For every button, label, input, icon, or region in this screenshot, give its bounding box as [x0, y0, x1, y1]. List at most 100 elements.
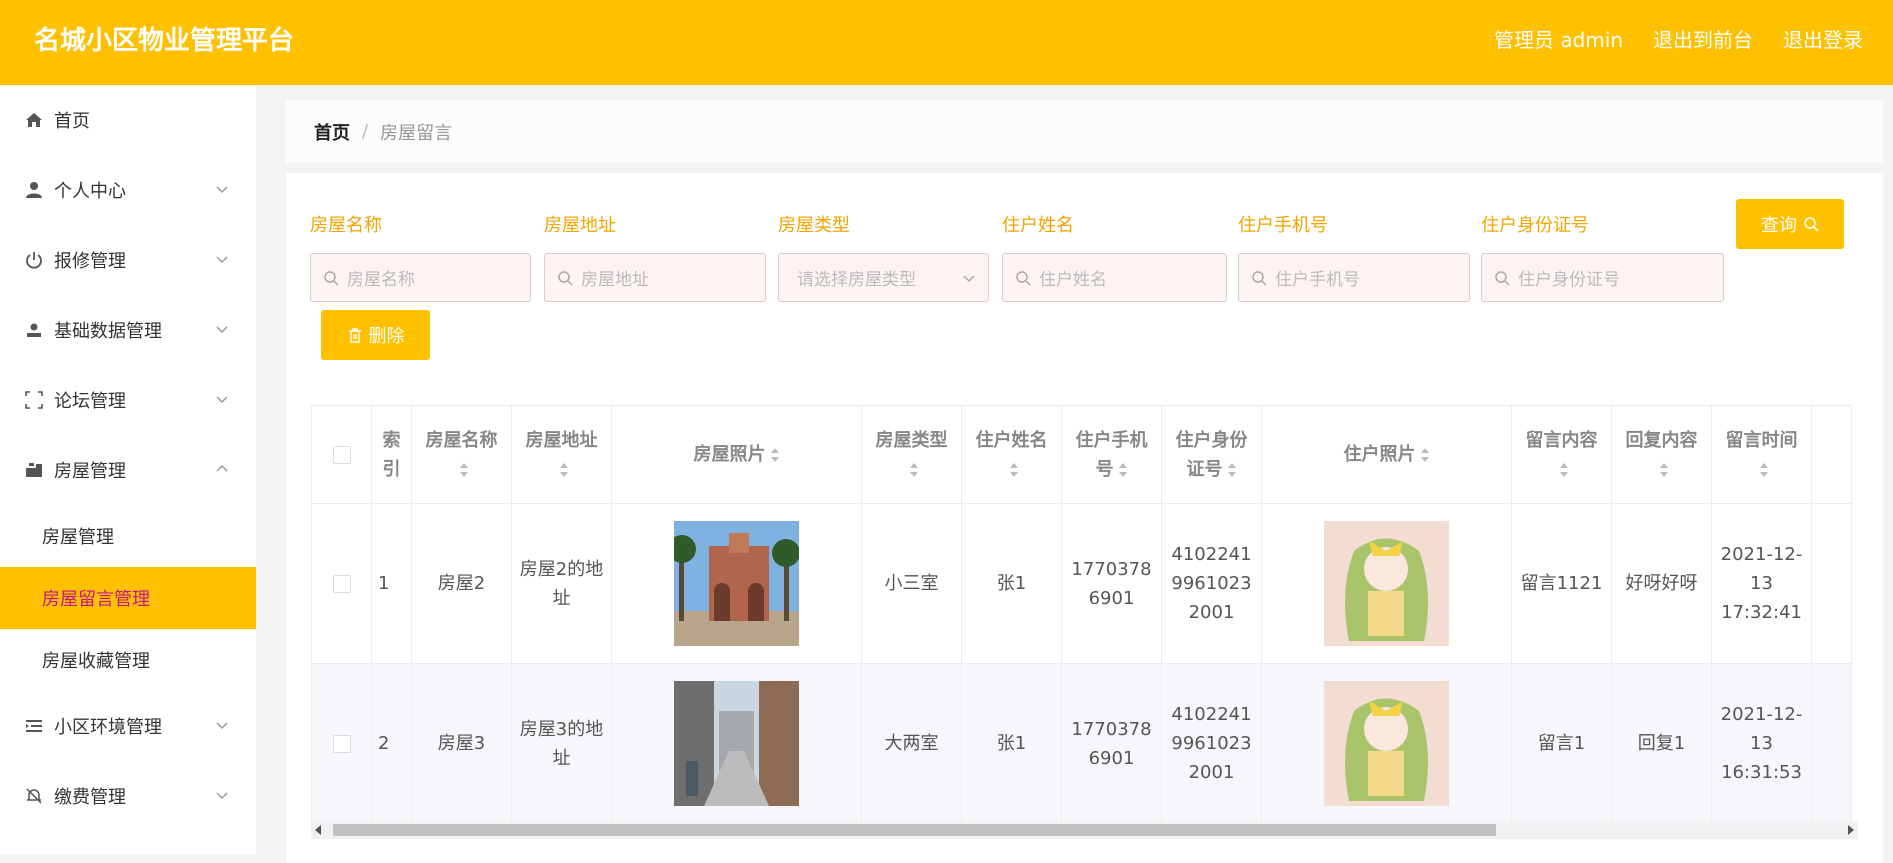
cell-resident-name: 张1	[961, 503, 1062, 664]
chevron-up-icon	[216, 464, 228, 472]
sort-icon[interactable]	[1227, 462, 1237, 478]
sort-icon[interactable]	[1009, 462, 1019, 478]
select-all-checkbox[interactable]	[332, 446, 351, 464]
scrollbar-thumb[interactable]	[333, 824, 1496, 836]
resident-id-input[interactable]: 住户身份证号	[1481, 253, 1724, 302]
column-header[interactable]: 住户姓名	[961, 405, 1062, 504]
house-address-input[interactable]: 房屋地址	[544, 253, 766, 302]
select-all-cell[interactable]	[311, 405, 372, 504]
column-header[interactable]: 房屋类型	[861, 405, 962, 504]
data-table-wrapper: 索引 房屋名称 房屋地址 房屋照片 房屋类型 住户姓名 住户手机号 住户身份证号…	[311, 405, 1858, 821]
content-card: 房屋名称 房屋名称 房屋地址 房屋地址 房屋类型 请选择房屋类型 住户姓名 住户…	[286, 173, 1883, 863]
sidebar-item-basic-data[interactable]: 基础数据管理	[0, 295, 256, 365]
main-content: 首页 / 房屋留言 房屋名称 房屋名称 房屋地址 房屋地址 房屋类型 请选择房屋…	[256, 85, 1893, 863]
sort-icon[interactable]	[1559, 462, 1569, 478]
cell-house-type: 大两室	[861, 663, 962, 821]
sidebar-item-house[interactable]: 房屋管理	[0, 435, 256, 505]
bell-off-icon	[24, 786, 44, 806]
filter-house-name: 房屋名称 房屋名称	[310, 211, 531, 302]
sidebar-item-profile[interactable]: 个人中心	[0, 155, 256, 225]
cell-resident-id: 410224199610232001	[1161, 663, 1262, 821]
resident-phone-input[interactable]: 住户手机号	[1238, 253, 1470, 302]
sidebar-item-environment[interactable]: 小区环境管理	[0, 691, 256, 761]
column-header[interactable]: 房屋名称	[411, 405, 512, 504]
breadcrumb-separator: /	[362, 121, 369, 142]
house-photo-image[interactable]	[674, 521, 799, 646]
sidebar-sub-house-message[interactable]: 房屋留言管理	[0, 567, 256, 629]
sort-icon[interactable]	[559, 462, 569, 478]
list-icon	[24, 716, 44, 736]
sort-icon[interactable]	[459, 462, 469, 478]
resident-photo-image[interactable]	[1324, 521, 1449, 646]
house-name-input[interactable]: 房屋名称	[310, 253, 531, 302]
sort-icon[interactable]	[1659, 462, 1669, 478]
column-header[interactable]: 住户照片	[1261, 405, 1512, 504]
column-header[interactable]: 房屋地址	[511, 405, 612, 504]
table-row: 1 房屋2 房屋2的地址 小三室 张1 17703786901 41022419…	[311, 503, 1852, 664]
table-header-row: 索引 房屋名称 房屋地址 房屋照片 房屋类型 住户姓名 住户手机号 住户身份证号…	[311, 405, 1852, 504]
cell-house-photo	[611, 663, 862, 821]
sort-icon[interactable]	[770, 447, 780, 463]
column-header[interactable]: 留言内容	[1511, 405, 1612, 504]
cell-resident-photo	[1261, 503, 1512, 664]
sidebar-item-repair[interactable]: 报修管理	[0, 225, 256, 295]
column-header[interactable]: 回复内容	[1611, 405, 1712, 504]
filter-resident-name: 住户姓名 住户姓名	[1002, 211, 1227, 302]
cell-message-time: 2021-12-13 17:32:41	[1711, 503, 1812, 664]
chevron-down-icon	[963, 274, 975, 282]
logout-link[interactable]: 退出登录	[1783, 24, 1863, 53]
chevron-down-icon	[216, 396, 228, 404]
sort-icon[interactable]	[1420, 447, 1430, 463]
message-table: 索引 房屋名称 房屋地址 房屋照片 房屋类型 住户姓名 住户手机号 住户身份证号…	[311, 405, 1852, 821]
row-select-cell[interactable]	[311, 503, 372, 664]
sort-icon[interactable]	[909, 462, 919, 478]
input-placeholder: 住户姓名	[1039, 270, 1107, 290]
sidebar-sub-house-manage[interactable]: 房屋管理	[0, 505, 256, 567]
scroll-left-arrow-icon[interactable]	[315, 825, 321, 835]
filter-house-address: 房屋地址 房屋地址	[544, 211, 766, 302]
sort-icon[interactable]	[1118, 462, 1128, 478]
trash-icon	[348, 328, 361, 343]
sidebar-item-forum[interactable]: 论坛管理	[0, 365, 256, 435]
row-select-cell[interactable]	[311, 663, 372, 821]
resident-photo-image[interactable]	[1324, 681, 1449, 806]
frame-icon	[24, 390, 44, 410]
filter-label: 住户身份证号	[1481, 215, 1589, 236]
house-type-select[interactable]: 请选择房屋类型	[778, 253, 989, 302]
sidebar-item-home[interactable]: 首页	[0, 85, 256, 155]
home-icon	[24, 110, 44, 130]
sidebar-sub-house-favorite[interactable]: 房屋收藏管理	[0, 629, 256, 691]
cell-reply: 回复1	[1611, 663, 1712, 821]
scroll-right-arrow-icon[interactable]	[1848, 825, 1854, 835]
column-header[interactable]: 住户手机号	[1061, 405, 1162, 504]
breadcrumb-home[interactable]: 首页	[314, 119, 350, 145]
cell-house-name: 房屋2	[411, 503, 512, 664]
filter-resident-phone: 住户手机号 住户手机号	[1238, 211, 1470, 302]
delete-button-label: 删除	[368, 326, 405, 347]
sidebar-item-payment[interactable]: 缴费管理	[0, 761, 256, 831]
column-header[interactable]: 住户身份证号	[1161, 405, 1262, 504]
search-button[interactable]: 查询	[1736, 199, 1844, 249]
sidebar-item-label: 个人中心	[54, 181, 126, 202]
row-checkbox[interactable]	[332, 575, 351, 593]
input-placeholder: 房屋名称	[347, 270, 415, 290]
table-row: 2 房屋3 房屋3的地址 大两室 张1 17703786901 41022419…	[311, 663, 1852, 821]
filter-label: 房屋地址	[544, 215, 616, 236]
column-header[interactable]: 房屋照片	[611, 405, 862, 504]
sidebar-item-label: 小区环境管理	[54, 717, 162, 738]
house-photo-image[interactable]	[674, 681, 799, 806]
top-right-actions: 管理员 admin 退出到前台 退出登录	[1494, 24, 1863, 53]
chevron-down-icon	[216, 326, 228, 334]
cell-resident-photo	[1261, 663, 1512, 821]
resident-name-input[interactable]: 住户姓名	[1002, 253, 1227, 302]
cell-resident-phone: 17703786901	[1061, 503, 1162, 664]
back-to-front-link[interactable]: 退出到前台	[1653, 24, 1753, 53]
sort-icon[interactable]	[1759, 462, 1769, 478]
delete-button[interactable]: 删除	[321, 310, 430, 360]
search-icon	[1016, 270, 1031, 286]
horizontal-scrollbar[interactable]	[311, 821, 1858, 839]
row-checkbox[interactable]	[332, 735, 351, 753]
cell-house-address: 房屋3的地址	[511, 663, 612, 821]
column-header-truncated	[1811, 405, 1852, 504]
column-header[interactable]: 留言时间	[1711, 405, 1812, 504]
